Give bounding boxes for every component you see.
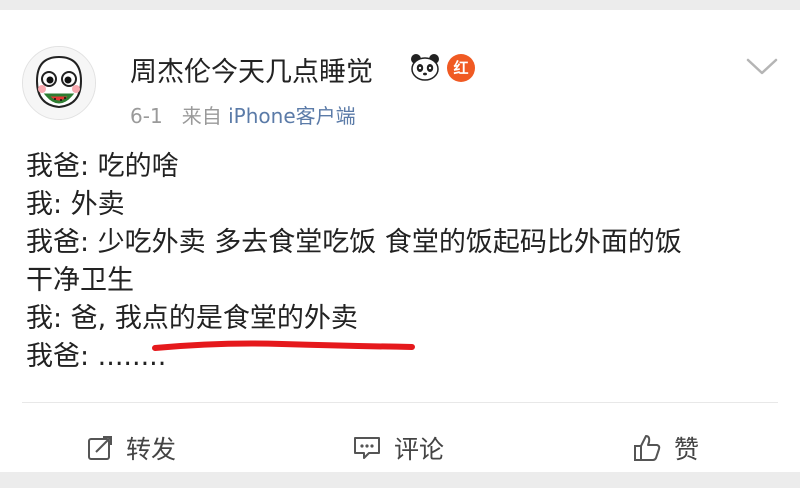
avatar[interactable]	[22, 46, 96, 120]
post-line: 干净卫生	[26, 265, 134, 296]
red-badge-icon: 红	[447, 54, 475, 82]
chevron-down-icon[interactable]	[744, 54, 780, 78]
like-label: 赞	[674, 435, 700, 464]
repost-button[interactable]: 转发	[86, 425, 176, 471]
divider	[22, 402, 778, 403]
repost-label: 转发	[126, 435, 177, 464]
weibo-post-card: 周杰伦今天几点睡觉 红 6-1 来自 iPhone客户端 我爸: 吃的啥 我: …	[0, 10, 800, 472]
like-button[interactable]: 赞	[632, 425, 699, 471]
comment-icon	[354, 437, 380, 459]
avatar-cartoon-icon	[23, 47, 95, 119]
post-date: 6-1	[130, 104, 163, 128]
username[interactable]: 周杰伦今天几点睡觉	[130, 50, 373, 89]
red-underline-annotation	[152, 340, 415, 351]
comment-button[interactable]: 评论	[352, 425, 444, 471]
source-prefix: 来自	[181, 104, 222, 128]
panda-badge-icon	[411, 54, 439, 81]
repost-icon	[88, 436, 112, 460]
source-link[interactable]: iPhone客户端	[228, 104, 356, 128]
post-meta: 6-1 来自 iPhone客户端	[130, 100, 356, 129]
comment-label: 评论	[394, 435, 445, 464]
post-line: 我爸: 吃的啥	[26, 151, 179, 182]
action-bar: 转发 评论 赞	[0, 425, 800, 471]
post-line: 我爸: 少吃外卖 多去食堂吃饭 食堂的饭起码比外面的饭	[26, 227, 682, 258]
post-line: 我: 外卖	[26, 189, 125, 220]
thumbs-up-icon	[634, 435, 661, 461]
post-line: 我: 爸, 我点的是食堂的外卖	[26, 303, 358, 334]
